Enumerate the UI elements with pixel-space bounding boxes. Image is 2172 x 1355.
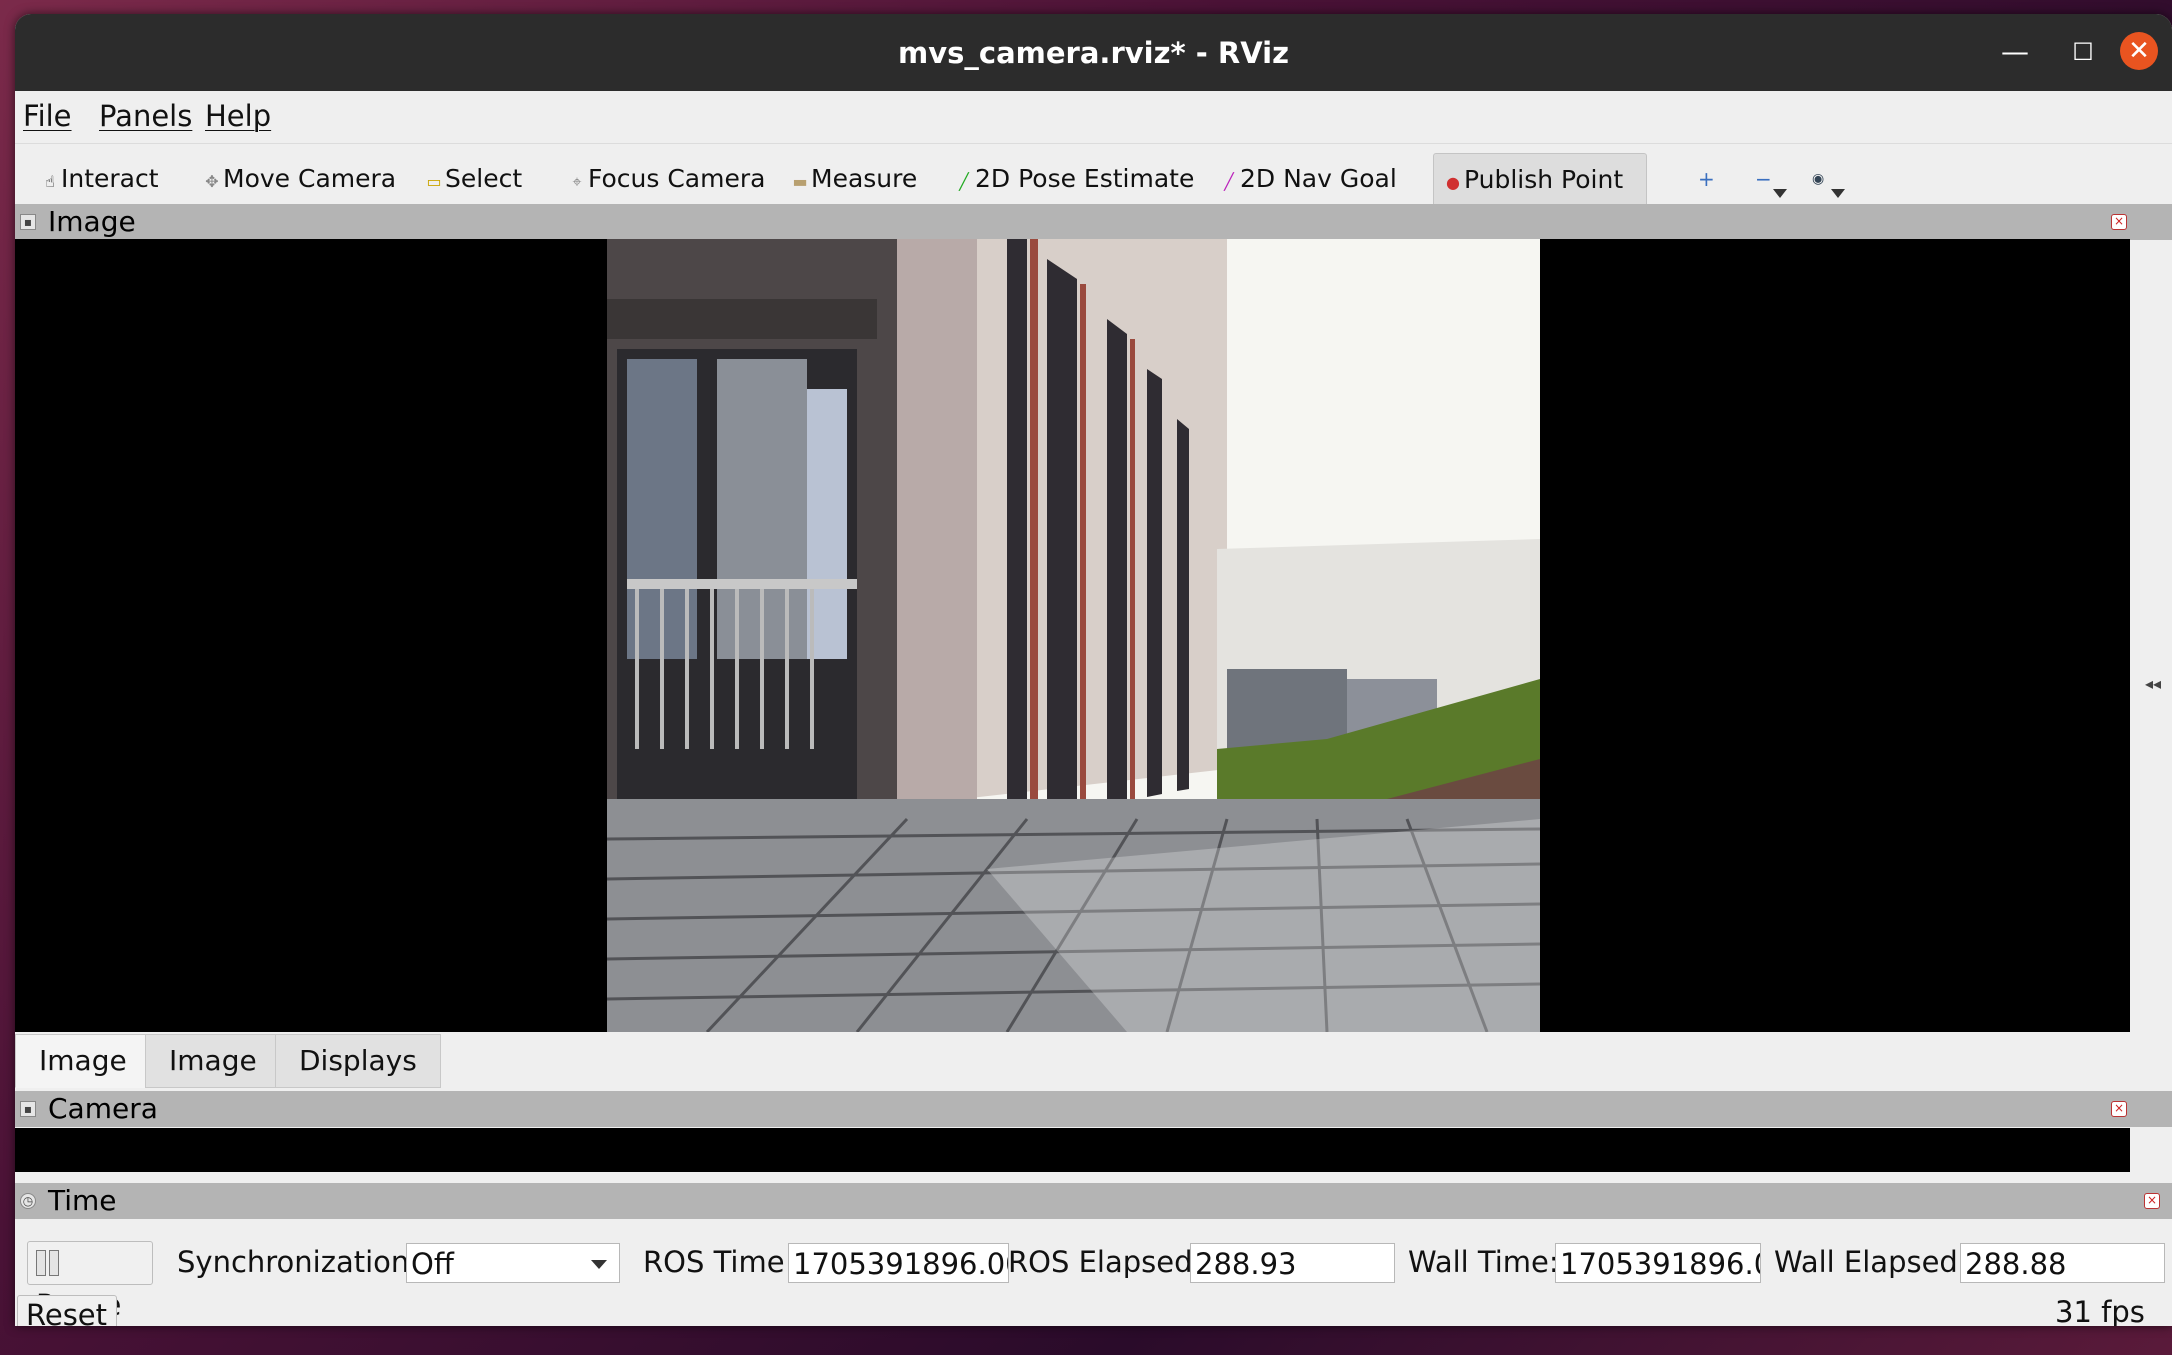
tool-interact[interactable]: ☝ Interact bbox=[41, 158, 159, 200]
window-title: mvs_camera.rviz* - RViz bbox=[898, 36, 1289, 70]
camera-image bbox=[607, 239, 1540, 1032]
tool-2d-pose-estimate[interactable]: ╱ 2D Pose Estimate bbox=[955, 158, 1194, 200]
tab-image-1[interactable]: Image bbox=[15, 1034, 151, 1088]
camera-panel-header[interactable]: ▪ Camera × bbox=[15, 1091, 2172, 1127]
chevron-down-icon bbox=[591, 1260, 607, 1269]
minimize-button[interactable]: — bbox=[1995, 32, 2035, 72]
camera-panel-close-button[interactable]: × bbox=[2111, 1101, 2127, 1117]
time-panel-title: Time bbox=[48, 1184, 117, 1217]
tool-publish-point[interactable]: ● Publish Point bbox=[1433, 153, 1647, 207]
move-camera-icon: ✥ bbox=[205, 172, 219, 191]
view-tool-button[interactable]: ◉ bbox=[1812, 158, 1824, 200]
hand-icon: ☝ bbox=[45, 172, 55, 191]
image-panel-close-button[interactable]: × bbox=[2111, 214, 2127, 230]
pause-icon bbox=[36, 1250, 46, 1276]
image-viewport[interactable] bbox=[15, 239, 2130, 1032]
tool-interact-label: Interact bbox=[61, 164, 159, 193]
sync-select[interactable]: Off bbox=[406, 1243, 620, 1283]
tool-publish-point-label: Publish Point bbox=[1464, 165, 1624, 194]
tool-2d-nav-goal[interactable]: ╱ 2D Nav Goal bbox=[1220, 158, 1397, 200]
menu-file[interactable]: File bbox=[23, 99, 72, 133]
image-panel-header[interactable]: ▪ Image × bbox=[15, 204, 2172, 240]
wall-time-label: Wall Time: bbox=[1408, 1245, 1559, 1279]
remove-tool-button[interactable]: − bbox=[1755, 158, 1772, 200]
tool-2d-nav-goal-label: 2D Nav Goal bbox=[1240, 164, 1397, 193]
title-bar[interactable]: mvs_camera.rviz* - RViz — ☐ ✕ bbox=[15, 14, 2172, 91]
menu-help[interactable]: Help bbox=[205, 99, 271, 133]
tab-image-2[interactable]: Image bbox=[145, 1034, 281, 1088]
pose-estimate-icon: ╱ bbox=[959, 172, 969, 191]
focus-camera-icon: ⌖ bbox=[572, 172, 582, 191]
clock-icon: ◷ bbox=[20, 1193, 36, 1209]
wall-time-field[interactable]: 1705391896.04 bbox=[1555, 1243, 1761, 1283]
publish-point-icon: ● bbox=[1446, 173, 1460, 192]
time-panel-header[interactable]: ◷ Time × bbox=[15, 1183, 2172, 1219]
tool-select[interactable]: ▭ Select bbox=[425, 158, 522, 200]
ros-elapsed-field[interactable]: 288.93 bbox=[1190, 1243, 1395, 1283]
image-panel-icon: ▪ bbox=[20, 214, 36, 230]
image-panel-title: Image bbox=[48, 205, 136, 238]
panel-tabs: Image Image Displays bbox=[15, 1034, 2172, 1088]
ros-time-field[interactable]: 1705391896.00 bbox=[788, 1243, 1009, 1283]
sync-value: Off bbox=[411, 1247, 454, 1281]
tool-measure-label: Measure bbox=[811, 164, 918, 193]
tool-select-label: Select bbox=[445, 164, 523, 193]
pause-button[interactable]: Pause bbox=[27, 1241, 153, 1322]
tool-move-camera-label: Move Camera bbox=[223, 164, 397, 193]
close-button[interactable]: ✕ bbox=[2120, 32, 2158, 70]
wall-elapsed-label: Wall Elapsed: bbox=[1774, 1245, 1968, 1279]
reset-button[interactable]: Reset bbox=[17, 1295, 117, 1326]
rviz-window: mvs_camera.rviz* - RViz — ☐ ✕ File Panel… bbox=[15, 14, 2172, 1326]
time-panel-close-button[interactable]: × bbox=[2144, 1193, 2160, 1209]
view-tool-dropdown-icon[interactable] bbox=[1831, 189, 1845, 198]
camera-panel-title: Camera bbox=[48, 1092, 158, 1125]
tool-focus-camera-label: Focus Camera bbox=[588, 164, 766, 193]
menu-panels[interactable]: Panels bbox=[99, 99, 192, 133]
maximize-button[interactable]: ☐ bbox=[2063, 32, 2103, 72]
remove-tool-dropdown-icon[interactable] bbox=[1773, 189, 1787, 198]
tool-2d-pose-estimate-label: 2D Pose Estimate bbox=[975, 164, 1195, 193]
add-tool-button[interactable]: + bbox=[1698, 158, 1715, 200]
measure-icon: ▬ bbox=[792, 172, 808, 191]
tool-measure[interactable]: ▬ Measure bbox=[791, 158, 917, 200]
sync-label: Synchronization: bbox=[177, 1245, 420, 1279]
pause-icon bbox=[49, 1250, 59, 1276]
tool-focus-camera[interactable]: ⌖ Focus Camera bbox=[568, 158, 765, 200]
tool-move-camera[interactable]: ✥ Move Camera bbox=[203, 158, 396, 200]
wall-elapsed-field[interactable]: 288.88 bbox=[1960, 1243, 2165, 1283]
nav-goal-icon: ╱ bbox=[1224, 172, 1234, 191]
camera-panel-icon: ▪ bbox=[20, 1101, 36, 1117]
fps-readout: 31 fps bbox=[2055, 1295, 2145, 1326]
tab-displays[interactable]: Displays bbox=[275, 1034, 441, 1088]
menu-bar: File Panels Help bbox=[15, 91, 2172, 143]
ros-time-label: ROS Time: bbox=[643, 1245, 795, 1279]
ros-elapsed-label: ROS Elapsed: bbox=[1008, 1245, 1203, 1279]
camera-view[interactable] bbox=[15, 1128, 2130, 1172]
select-icon: ▭ bbox=[426, 172, 442, 191]
side-panel-handle-icon[interactable]: ◂◂ bbox=[2145, 674, 2161, 693]
time-panel: Pause Synchronization: Off ROS Time: 170… bbox=[15, 1235, 2172, 1326]
